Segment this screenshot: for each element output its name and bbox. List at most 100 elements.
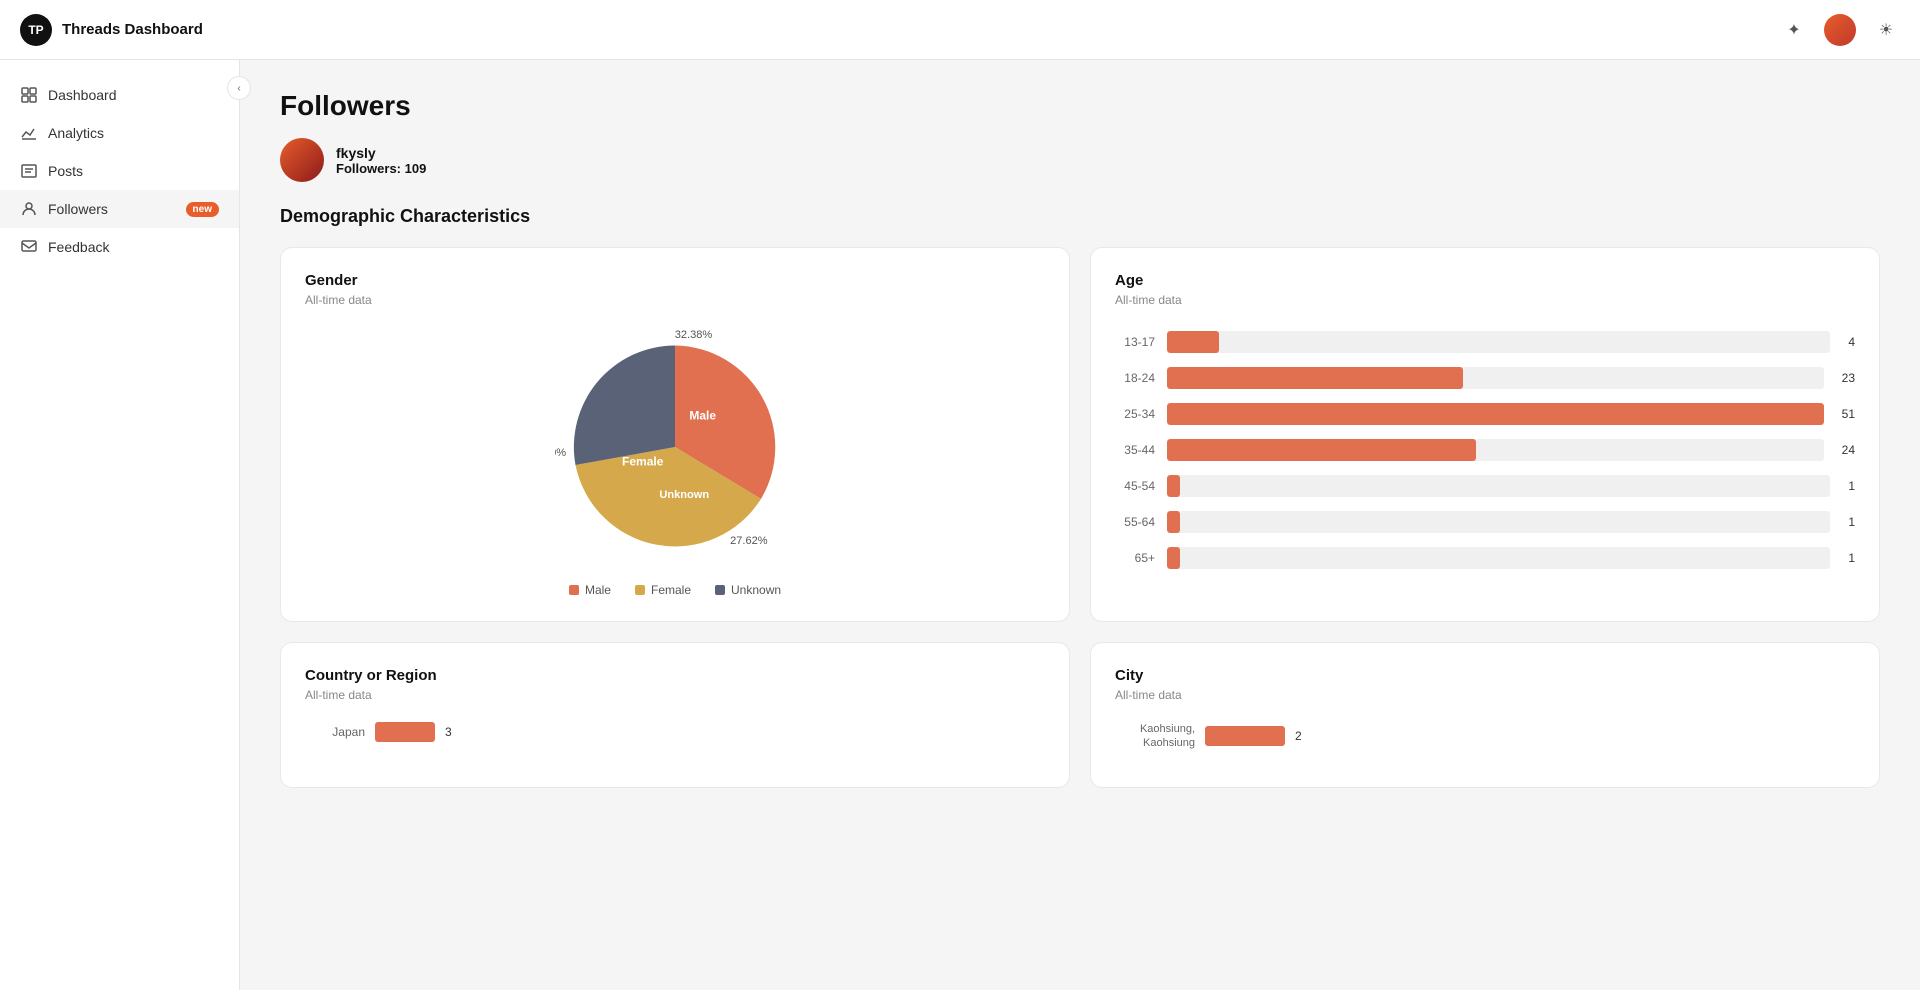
gender-chart-title: Gender xyxy=(305,272,1045,289)
legend-female: Female xyxy=(635,583,691,597)
age-bar-row: 13-17 4 xyxy=(1115,331,1855,353)
age-bar-track xyxy=(1167,511,1830,533)
age-bar-label: 55-64 xyxy=(1115,515,1155,529)
legend-dot-male xyxy=(569,585,579,595)
logo: TP xyxy=(20,14,52,46)
age-bar-row: 18-24 23 xyxy=(1115,367,1855,389)
sidebar-item-label: Analytics xyxy=(48,125,104,141)
posts-icon xyxy=(20,162,38,180)
profile-info: fkysly Followers: 109 xyxy=(280,138,1880,182)
city-bars: Kaohsiung, Kaohsiung 2 xyxy=(1115,722,1855,751)
age-bar-track xyxy=(1167,403,1824,425)
age-chart-card: Age All-time data 13-17 4 18-24 23 25-34… xyxy=(1090,247,1880,622)
followers-badge: new xyxy=(186,202,219,217)
profile-username: fkysly xyxy=(336,145,426,161)
legend-unknown: Unknown xyxy=(715,583,781,597)
pie-slice-unknown xyxy=(574,345,675,465)
age-bar-row: 55-64 1 xyxy=(1115,511,1855,533)
age-bar-value: 1 xyxy=(1848,479,1855,493)
city-chart-title: City xyxy=(1115,667,1855,684)
age-bar-row: 65+ 1 xyxy=(1115,547,1855,569)
age-bar-fill xyxy=(1167,547,1180,569)
country-bars: Japan 3 xyxy=(305,722,1045,742)
header-right: ✦ ☀ xyxy=(1780,14,1900,46)
age-bar-value: 23 xyxy=(1842,371,1855,385)
pie-legend: Male Female Unknown xyxy=(569,583,781,597)
age-bar-chart: 13-17 4 18-24 23 25-34 51 35-44 24 45-54 xyxy=(1115,327,1855,569)
main-layout: ‹ Dashboard xyxy=(0,60,1920,990)
pie-label-unknown: Unknown xyxy=(659,489,709,501)
followers-icon xyxy=(20,200,38,218)
age-bar-value: 4 xyxy=(1848,335,1855,349)
profile-details: fkysly Followers: 109 xyxy=(336,145,426,176)
sidebar-item-posts[interactable]: Posts xyxy=(0,152,239,190)
age-bar-row: 25-34 51 xyxy=(1115,403,1855,425)
settings-icon[interactable]: ☀ xyxy=(1872,16,1900,44)
age-bar-track xyxy=(1167,367,1824,389)
pie-chart-wrapper: Male Female Unknown 32.38% 40.00% 27.62% xyxy=(305,327,1045,597)
age-bar-label: 65+ xyxy=(1115,551,1155,565)
pie-pct-unknown: 27.62% xyxy=(730,535,768,547)
age-bar-fill xyxy=(1167,403,1824,425)
city-bar-label: Kaohsiung, Kaohsiung xyxy=(1115,722,1195,751)
header-left: TP Threads Dashboard xyxy=(20,14,203,46)
gender-chart-card: Gender All-time data xyxy=(280,247,1070,622)
country-chart-card: Country or Region All-time data Japan 3 xyxy=(280,642,1070,788)
country-bar-label: Japan xyxy=(305,725,365,739)
age-bar-fill xyxy=(1167,511,1180,533)
profile-followers-count: Followers: 109 xyxy=(336,161,426,176)
sidebar: ‹ Dashboard xyxy=(0,60,240,990)
age-bar-fill xyxy=(1167,439,1476,461)
sidebar-item-dashboard[interactable]: Dashboard xyxy=(0,76,239,114)
age-bar-track xyxy=(1167,439,1824,461)
sidebar-item-label: Followers xyxy=(48,201,108,217)
app-container: TP Threads Dashboard ✦ ☀ ‹ xyxy=(0,0,1920,990)
age-bar-value: 1 xyxy=(1848,515,1855,529)
sidebar-item-followers[interactable]: Followers new xyxy=(0,190,239,228)
gender-chart-subtitle: All-time data xyxy=(305,293,1045,307)
profile-avatar xyxy=(280,138,324,182)
age-chart-title: Age xyxy=(1115,272,1855,289)
age-bar-row: 45-54 1 xyxy=(1115,475,1855,497)
city-bar-fill xyxy=(1205,726,1285,746)
page-title: Followers xyxy=(280,90,1880,122)
legend-dot-unknown xyxy=(715,585,725,595)
age-bar-value: 1 xyxy=(1848,551,1855,565)
dashboard-icon xyxy=(20,86,38,104)
age-bar-fill xyxy=(1167,367,1463,389)
age-bar-value: 51 xyxy=(1842,407,1855,421)
age-bar-value: 24 xyxy=(1842,443,1855,457)
sidebar-collapse-button[interactable]: ‹ xyxy=(227,76,251,100)
legend-male: Male xyxy=(569,583,611,597)
translate-icon[interactable]: ✦ xyxy=(1780,16,1808,44)
user-avatar[interactable] xyxy=(1824,14,1856,46)
sidebar-item-label: Posts xyxy=(48,163,83,179)
charts-grid-row2: Country or Region All-time data Japan 3 … xyxy=(280,642,1880,788)
main-content: Followers fkysly Followers: 109 Demograp… xyxy=(240,60,1920,990)
country-bar-fill xyxy=(375,722,435,742)
age-bar-fill xyxy=(1167,475,1180,497)
age-bar-track xyxy=(1167,475,1830,497)
country-bar-value: 3 xyxy=(445,725,452,739)
country-chart-title: Country or Region xyxy=(305,667,1045,684)
app-title: Threads Dashboard xyxy=(62,21,203,38)
city-bar-value: 2 xyxy=(1295,729,1302,743)
city-chart-card: City All-time data Kaohsiung, Kaohsiung … xyxy=(1090,642,1880,788)
analytics-icon xyxy=(20,124,38,142)
age-chart-subtitle: All-time data xyxy=(1115,293,1855,307)
pie-label-male: Male xyxy=(689,408,716,422)
sidebar-item-analytics[interactable]: Analytics xyxy=(0,114,239,152)
age-bar-label: 25-34 xyxy=(1115,407,1155,421)
country-chart-subtitle: All-time data xyxy=(305,688,1045,702)
age-bar-track xyxy=(1167,547,1830,569)
city-bar-row: Kaohsiung, Kaohsiung 2 xyxy=(1115,722,1855,751)
pie-pct-male: 32.38% xyxy=(675,329,713,341)
age-bar-label: 35-44 xyxy=(1115,443,1155,457)
header: TP Threads Dashboard ✦ ☀ xyxy=(0,0,1920,60)
section-title: Demographic Characteristics xyxy=(280,206,1880,227)
feedback-icon xyxy=(20,238,38,256)
pie-chart-svg: Male Female Unknown 32.38% 40.00% 27.62% xyxy=(555,327,795,567)
sidebar-item-label: Feedback xyxy=(48,239,109,255)
sidebar-item-feedback[interactable]: Feedback xyxy=(0,228,239,266)
city-chart-subtitle: All-time data xyxy=(1115,688,1855,702)
